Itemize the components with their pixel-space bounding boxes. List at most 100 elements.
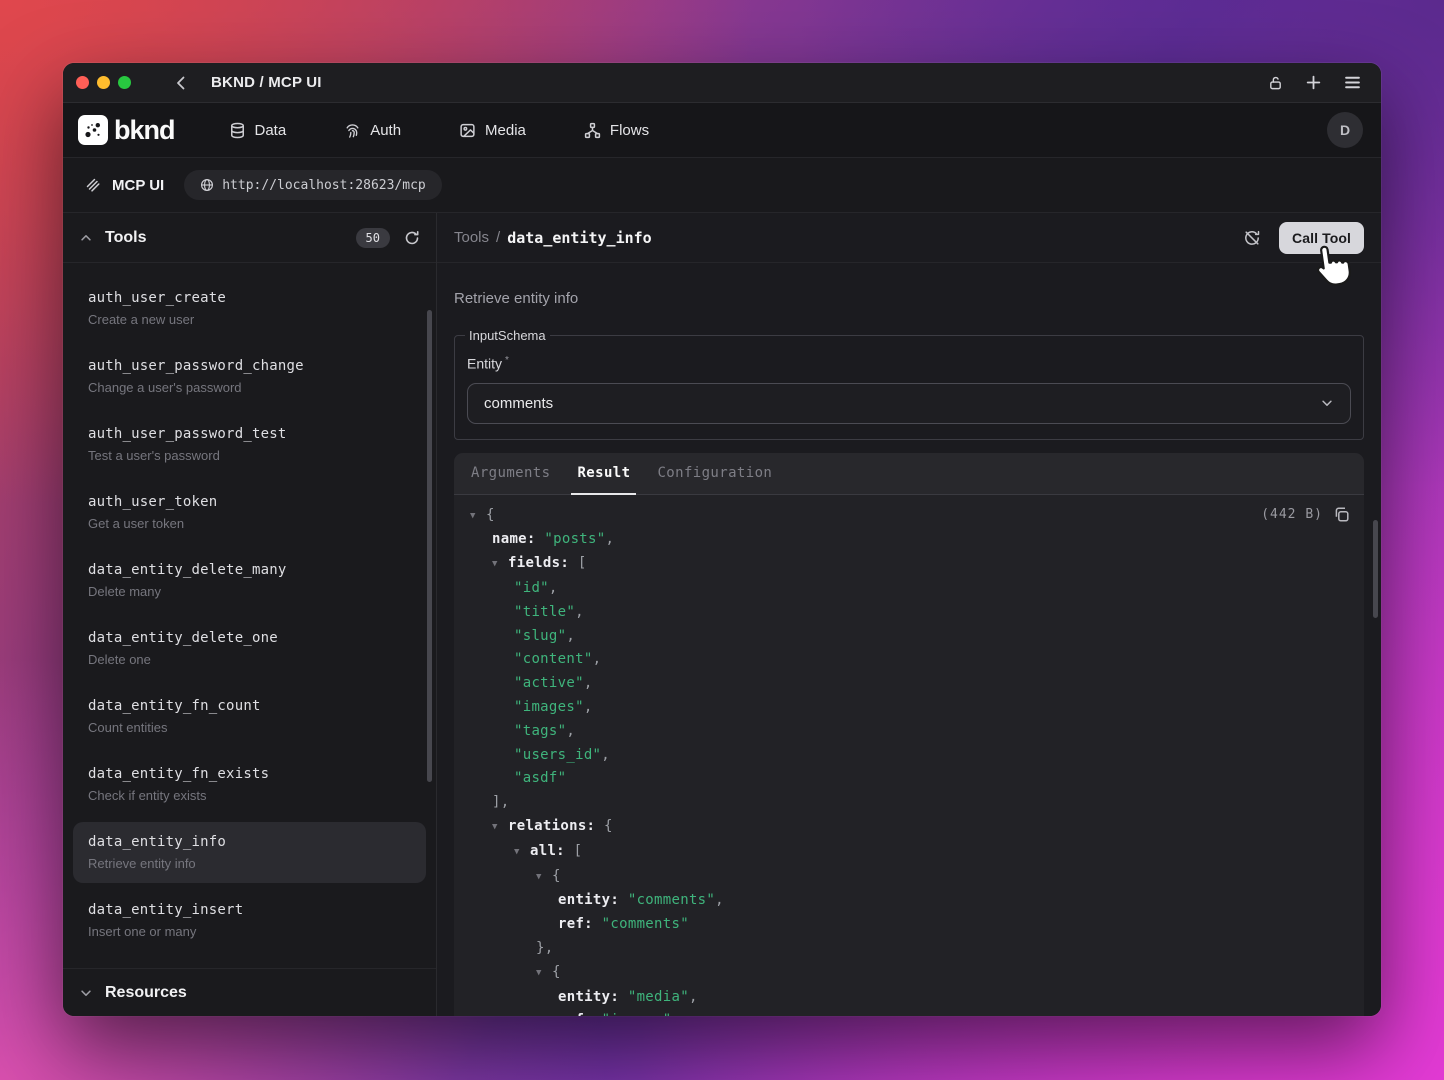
history-off-icon[interactable] bbox=[1243, 229, 1261, 247]
workflow-icon bbox=[584, 122, 601, 139]
json-line: entity: "media", bbox=[470, 986, 1348, 1010]
new-tab-icon[interactable] bbox=[1305, 74, 1322, 91]
globe-icon bbox=[200, 178, 214, 192]
traffic-lights bbox=[76, 76, 131, 89]
json-line: "images", bbox=[470, 696, 1348, 720]
json-line: ▼relations: { bbox=[470, 815, 1348, 840]
json-viewer-lines: ▼{name: "posts",▼fields: ["id","title","… bbox=[470, 504, 1348, 1016]
resources-section-title: Resources bbox=[105, 984, 187, 1002]
tool-name: data_entity_fn_exists bbox=[88, 765, 411, 783]
tool-list-item[interactable]: auth_user_password_changeChange a user's… bbox=[73, 346, 426, 407]
tool-list-item[interactable]: data_entity_insert Insert one or many bbox=[73, 890, 426, 951]
tool-list-item[interactable]: data_entity_delete_manyDelete many bbox=[73, 550, 426, 611]
entity-field-label: Entity* bbox=[467, 355, 1351, 372]
nav-tab-auth[interactable]: Auth bbox=[344, 122, 401, 139]
nav-tab-flows[interactable]: Flows bbox=[584, 122, 649, 139]
close-window-button[interactable] bbox=[76, 76, 89, 89]
tool-detail-body: Retrieve entity info InputSchema Entity*… bbox=[437, 263, 1381, 1016]
json-line: ▼{ bbox=[470, 504, 1348, 529]
lock-open-icon[interactable] bbox=[1268, 75, 1283, 91]
user-avatar[interactable]: D bbox=[1327, 112, 1363, 148]
tool-detail-panel: Tools / data_entity_info Call Tool Retri… bbox=[437, 213, 1381, 1016]
json-line: ▼all: [ bbox=[470, 840, 1348, 865]
tool-description: Delete one bbox=[88, 652, 411, 668]
server-url-pill[interactable]: http://localhost:28623/mcp bbox=[184, 170, 442, 200]
tool-list-item[interactable]: auth_user_tokenGet a user token bbox=[73, 482, 426, 543]
nav-tab-label: Data bbox=[255, 122, 287, 139]
refresh-tools-icon[interactable] bbox=[404, 230, 420, 246]
chevron-down-icon bbox=[79, 986, 93, 1000]
layers-icon bbox=[85, 177, 101, 193]
entity-select-value: comments bbox=[484, 395, 553, 412]
mouse-cursor-pointer bbox=[1305, 241, 1355, 293]
tool-name: data_entity_insert bbox=[88, 901, 411, 919]
tool-description: Test a user's password bbox=[88, 448, 411, 464]
tab-arguments[interactable]: Arguments bbox=[471, 453, 550, 494]
tools-section-header[interactable]: Tools 50 bbox=[63, 213, 436, 263]
bknd-logo-icon bbox=[78, 115, 108, 145]
tool-description: Delete many bbox=[88, 584, 411, 600]
input-schema-fieldset: InputSchema Entity* comments bbox=[454, 328, 1364, 440]
brand-logo[interactable]: bknd bbox=[78, 115, 175, 146]
breadcrumb-tools[interactable]: Tools bbox=[454, 229, 489, 246]
nav-tab-label: Auth bbox=[370, 122, 401, 139]
collapse-triangle-icon[interactable]: ▼ bbox=[492, 553, 508, 577]
zoom-window-button[interactable] bbox=[118, 76, 131, 89]
collapse-triangle-icon[interactable]: ▼ bbox=[492, 816, 508, 840]
minimize-window-button[interactable] bbox=[97, 76, 110, 89]
tool-list-item[interactable]: auth_user_password_test Test a user's pas… bbox=[73, 414, 426, 475]
json-viewer: (442 B) ▼{name: "posts",▼fields: ["id","… bbox=[454, 495, 1364, 1016]
tool-description: Get a user token bbox=[88, 516, 411, 532]
collapse-triangle-icon[interactable]: ▼ bbox=[536, 866, 552, 890]
nav-tab-media[interactable]: Media bbox=[459, 122, 526, 139]
tab-configuration[interactable]: Configuration bbox=[657, 453, 772, 494]
titlebar: BKND / MCP UI bbox=[63, 63, 1381, 103]
collapse-triangle-icon[interactable]: ▼ bbox=[536, 962, 552, 986]
breadcrumb-separator: / bbox=[496, 229, 500, 246]
tool-description: Retrieve entity info bbox=[88, 856, 411, 872]
tool-description: Check if entity exists bbox=[88, 788, 411, 804]
json-line: "active", bbox=[470, 672, 1348, 696]
tool-description: Insert one or many bbox=[88, 924, 411, 940]
tools-sidebar: Tools 50 auth_user_create Create a new us… bbox=[63, 213, 437, 1016]
tool-list-item[interactable]: data_entity_delete_oneDelete one bbox=[73, 618, 426, 679]
tool-description: Create a new user bbox=[88, 312, 411, 328]
tool-description: Count entities bbox=[88, 720, 411, 736]
nav-tab-label: Media bbox=[485, 122, 526, 139]
menu-icon[interactable] bbox=[1344, 75, 1361, 90]
input-schema-legend: InputSchema bbox=[465, 328, 550, 343]
brand-wordmark: bknd bbox=[114, 115, 175, 146]
tool-list-item[interactable]: data_entity_infoRetrieve entity info bbox=[73, 822, 426, 883]
fingerprint-icon bbox=[344, 122, 361, 139]
tool-name: auth_user_password_change bbox=[88, 357, 411, 375]
back-icon[interactable] bbox=[173, 75, 189, 91]
json-line: "title", bbox=[470, 601, 1348, 625]
tool-name: auth_user_create bbox=[88, 289, 411, 307]
tool-name: auth_user_password_test bbox=[88, 425, 411, 443]
tool-description: Retrieve entity info bbox=[454, 290, 1364, 308]
tools-count-badge: 50 bbox=[356, 228, 390, 248]
tool-list-item[interactable]: data_entity_fn_count Count entities bbox=[73, 686, 426, 747]
tool-list-item[interactable]: auth_user_create Create a new user bbox=[73, 278, 426, 339]
entity-select[interactable]: comments bbox=[467, 383, 1351, 424]
mcp-bar: MCP UI http://localhost:28623/mcp bbox=[63, 158, 1381, 213]
json-line: }, bbox=[470, 937, 1348, 961]
tool-list-item[interactable]: data_entity_fn_exists Check if entity exi… bbox=[73, 754, 426, 815]
tool-name: data_entity_fn_count bbox=[88, 697, 411, 715]
nav-tabs: Data Auth Media Flows bbox=[229, 122, 650, 139]
sidebar-scrollbar[interactable] bbox=[427, 310, 432, 782]
image-icon bbox=[459, 122, 476, 139]
collapse-triangle-icon[interactable]: ▼ bbox=[470, 505, 486, 529]
nav-tab-data[interactable]: Data bbox=[229, 122, 287, 139]
app-navbar: bknd Data Auth Media Flows bbox=[63, 103, 1381, 158]
main-scrollbar[interactable] bbox=[1373, 520, 1378, 618]
result-tabs: Arguments Result Configuration bbox=[454, 453, 1364, 495]
resources-section-header[interactable]: Resources bbox=[63, 968, 436, 1016]
tab-result[interactable]: Result bbox=[577, 453, 630, 494]
json-line: "tags", bbox=[470, 720, 1348, 744]
json-line: ref: "comments" bbox=[470, 913, 1348, 937]
copy-icon[interactable] bbox=[1333, 506, 1350, 523]
chevron-down-icon bbox=[1320, 396, 1334, 410]
json-line: ▼fields: [ bbox=[470, 552, 1348, 577]
collapse-triangle-icon[interactable]: ▼ bbox=[514, 841, 530, 865]
